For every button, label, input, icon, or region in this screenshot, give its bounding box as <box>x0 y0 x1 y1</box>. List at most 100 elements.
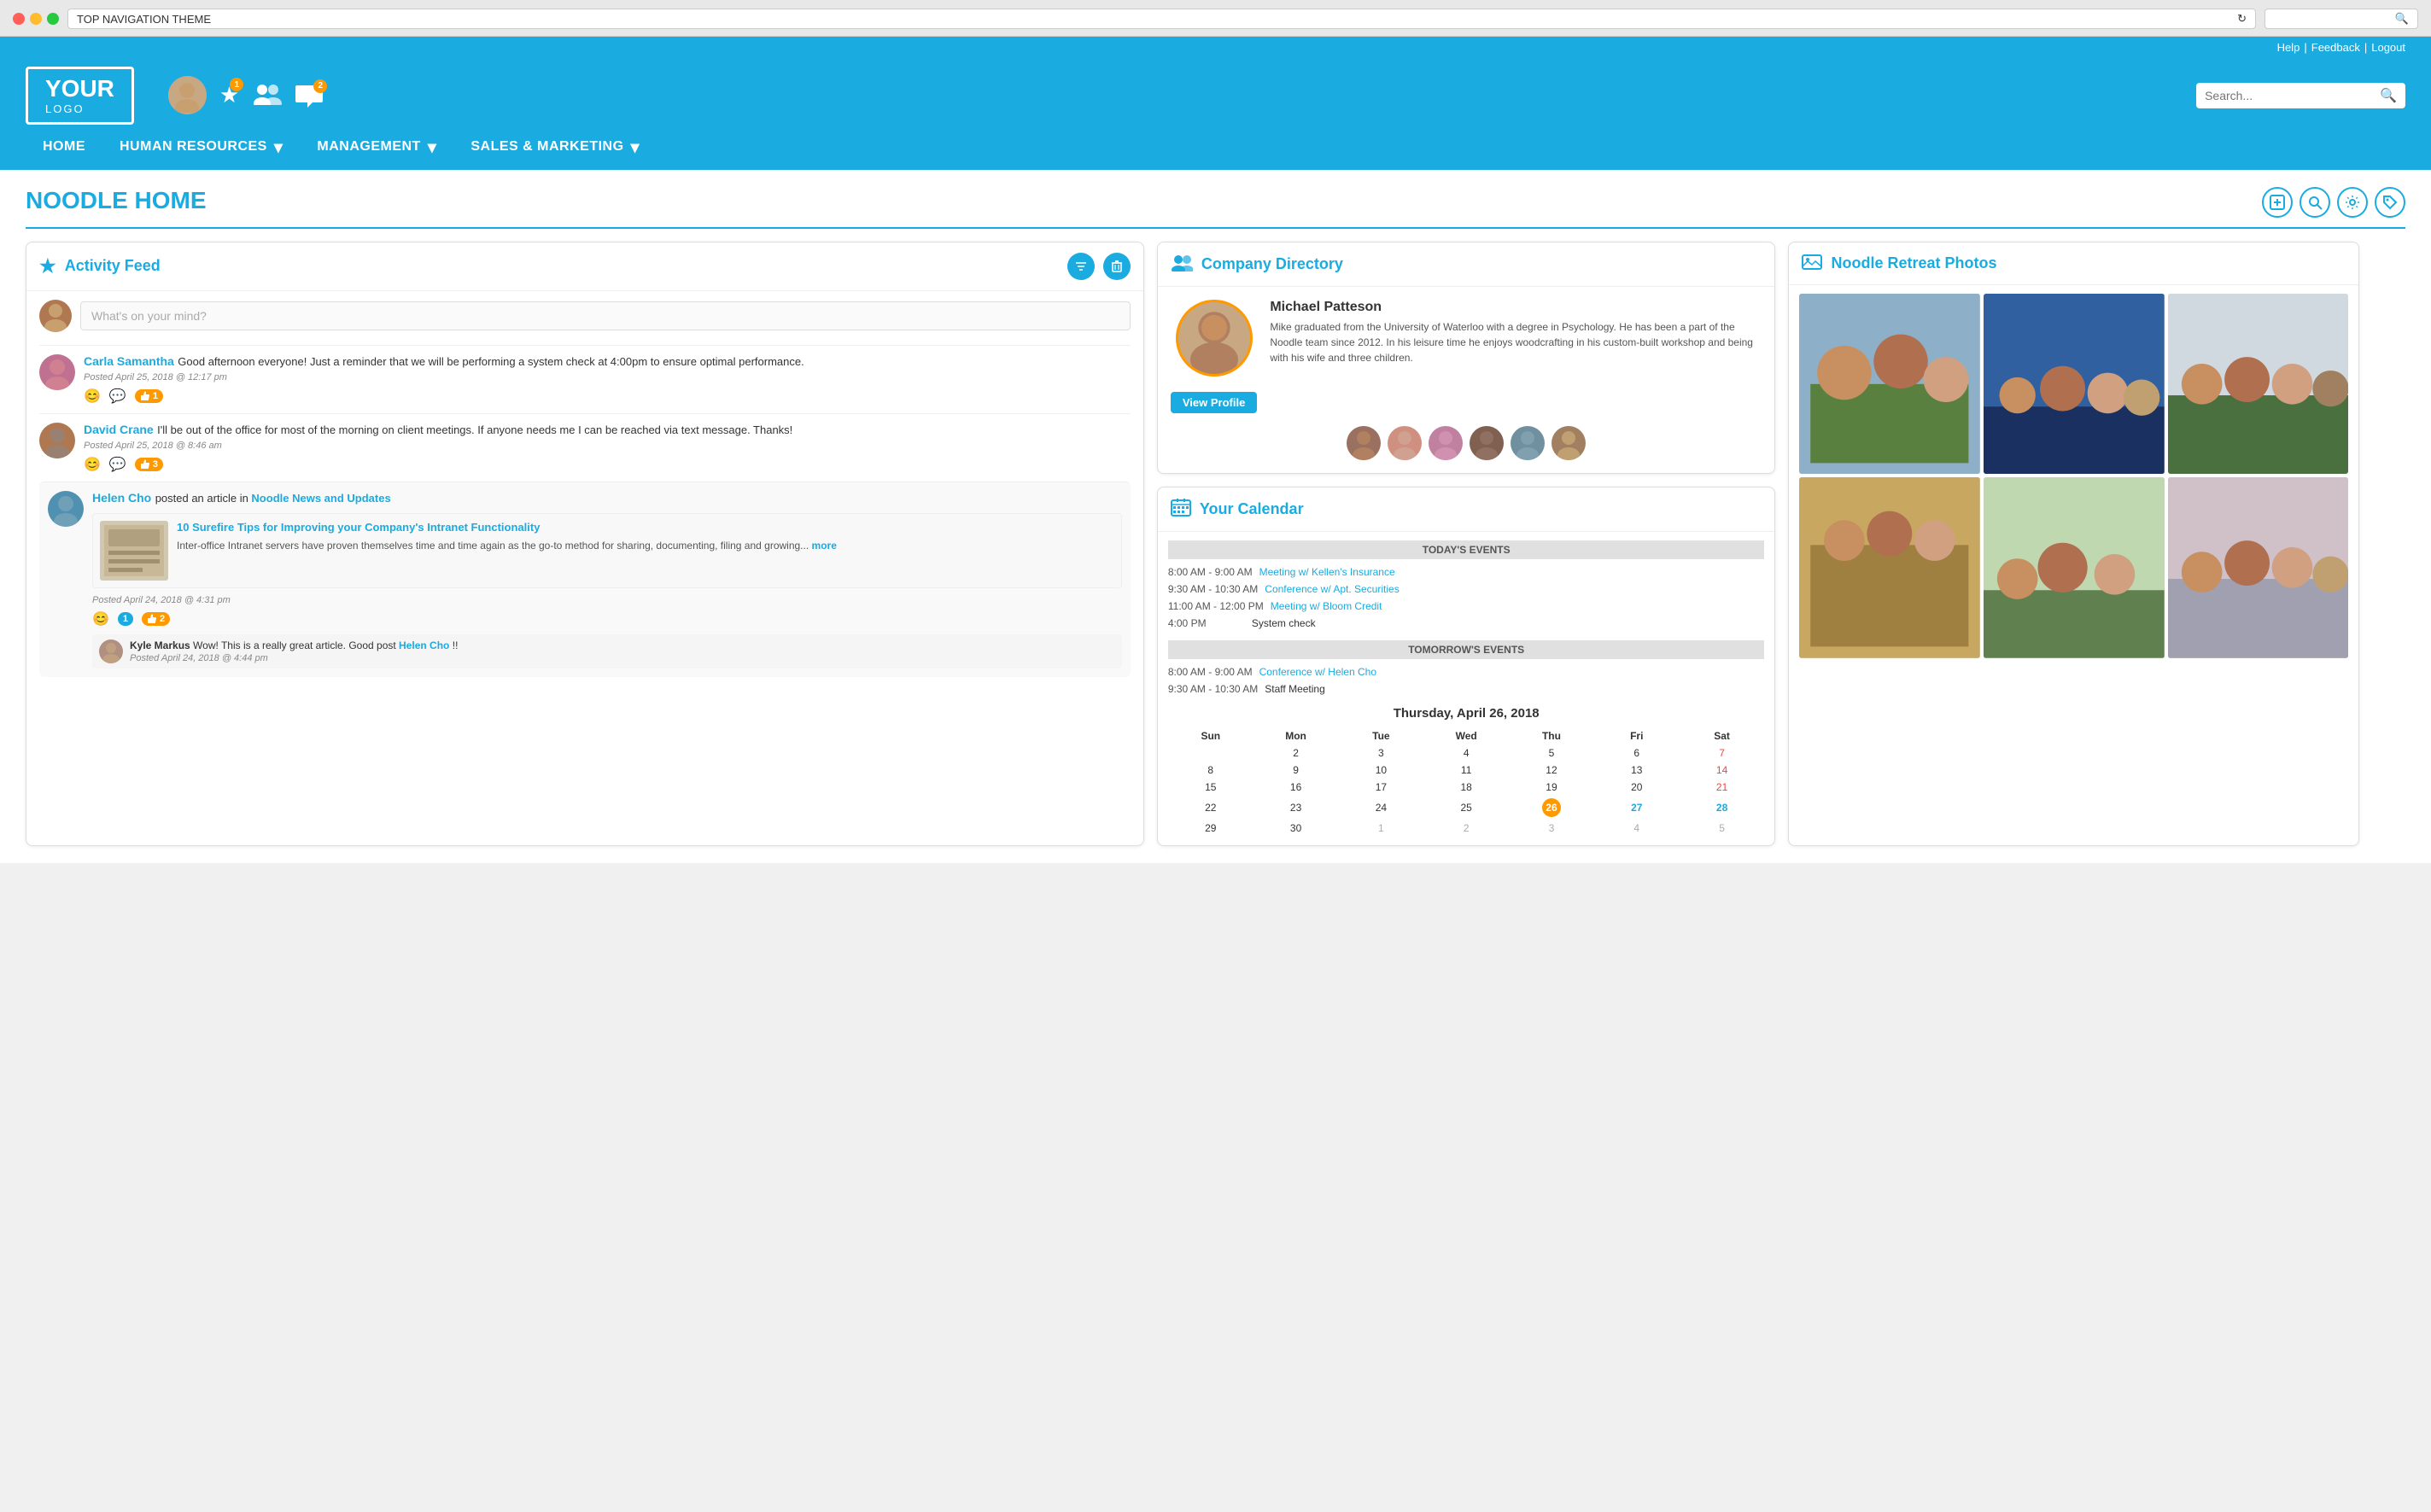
staff-avatar[interactable] <box>1347 426 1381 460</box>
cal-date[interactable]: 13 <box>1594 762 1680 779</box>
reaction-icon[interactable]: 😊 <box>84 388 101 405</box>
cal-date[interactable]: 21 <box>1680 779 1765 796</box>
nav-sales-marketing[interactable]: SALES & MARKETING ▾ <box>453 125 657 170</box>
featured-desc: Mike graduated from the University of Wa… <box>1270 319 1762 365</box>
article-more-link[interactable]: more <box>812 540 837 552</box>
cal-date[interactable]: 11 <box>1423 762 1509 779</box>
event-row: 11:00 AM - 12:00 PM Meeting w/ Bloom Cre… <box>1168 598 1765 615</box>
staff-avatar[interactable] <box>1470 426 1504 460</box>
cal-date[interactable]: 4 <box>1423 744 1509 762</box>
reaction-icon[interactable]: 😊 <box>84 456 101 473</box>
photo-thumbnail[interactable] <box>1984 294 2165 475</box>
cal-date[interactable]: 22 <box>1168 796 1253 820</box>
comment-mention[interactable]: Helen Cho <box>399 639 449 651</box>
photo-thumbnail[interactable] <box>1799 294 1980 475</box>
cal-date[interactable]: 27 <box>1594 796 1680 820</box>
cal-date[interactable]: 6 <box>1594 744 1680 762</box>
cal-date[interactable]: 14 <box>1680 762 1765 779</box>
cal-date[interactable]: 25 <box>1423 796 1509 820</box>
nav-management[interactable]: MANAGEMENT ▾ <box>300 125 453 170</box>
cal-date[interactable]: 1 <box>1338 820 1423 837</box>
close-button[interactable] <box>13 13 25 25</box>
delete-icon[interactable] <box>1103 253 1131 280</box>
cal-date[interactable]: 2 <box>1423 820 1509 837</box>
cal-date[interactable]: 3 <box>1509 820 1594 837</box>
post-author[interactable]: Carla Samantha <box>84 354 174 368</box>
cal-date[interactable]: 2 <box>1253 744 1339 762</box>
post-author[interactable]: Helen Cho <box>92 491 151 505</box>
photo-thumbnail[interactable] <box>1799 477 1980 658</box>
cal-date[interactable]: 23 <box>1253 796 1339 820</box>
event-link[interactable]: Conference w/ Apt. Securities <box>1265 583 1399 595</box>
staff-avatar[interactable] <box>1511 426 1545 460</box>
cal-date[interactable]: 7 <box>1680 744 1765 762</box>
cal-date[interactable]: 4 <box>1594 820 1680 837</box>
staff-avatar[interactable] <box>1552 426 1586 460</box>
people-icon[interactable] <box>252 81 283 109</box>
post-author[interactable]: David Crane <box>84 423 154 436</box>
header-search[interactable]: 🔍 <box>2196 83 2405 108</box>
add-content-icon[interactable] <box>2262 187 2293 218</box>
like-count[interactable]: 3 <box>135 458 163 471</box>
comment-icon[interactable]: 💬 <box>109 388 126 405</box>
user-avatar[interactable] <box>168 76 207 114</box>
logout-link[interactable]: Logout <box>2371 41 2405 54</box>
nav-home[interactable]: HOME <box>26 125 102 170</box>
middle-column: Company Directory <box>1157 242 1776 846</box>
cal-date[interactable]: 5 <box>1680 820 1765 837</box>
staff-avatar[interactable] <box>1388 426 1422 460</box>
like-count[interactable]: 2 <box>142 612 170 626</box>
nav-human-resources[interactable]: HUMAN RESOURCES ▾ <box>102 125 300 170</box>
cal-date[interactable]: 9 <box>1253 762 1339 779</box>
search-page-icon[interactable] <box>2300 187 2330 218</box>
cal-date[interactable]: 10 <box>1338 762 1423 779</box>
cal-date[interactable]: 30 <box>1253 820 1339 837</box>
minimize-button[interactable] <box>30 13 42 25</box>
like-count[interactable]: 1 <box>135 389 163 403</box>
cal-date[interactable]: 3 <box>1338 744 1423 762</box>
refresh-icon[interactable]: ↻ <box>2237 12 2247 26</box>
event-link[interactable]: Meeting w/ Kellen's Insurance <box>1259 566 1395 578</box>
event-link[interactable]: Conference w/ Helen Cho <box>1259 666 1376 678</box>
staff-avatar[interactable] <box>1429 426 1463 460</box>
cal-date[interactable]: 12 <box>1509 762 1594 779</box>
event-link[interactable]: Meeting w/ Bloom Credit <box>1271 600 1382 612</box>
maximize-button[interactable] <box>47 13 59 25</box>
cal-date[interactable]: 26 <box>1509 796 1594 820</box>
photo-thumbnail[interactable] <box>1984 477 2165 658</box>
channel-link[interactable]: Noodle News and Updates <box>251 492 390 505</box>
settings-icon[interactable] <box>2337 187 2368 218</box>
article-title[interactable]: 10 Surefire Tips for Improving your Comp… <box>177 521 1114 535</box>
search-input[interactable] <box>2205 89 2375 102</box>
logo[interactable]: YOUR LOGO <box>26 67 134 125</box>
filter-icon[interactable] <box>1067 253 1095 280</box>
cal-date[interactable]: 29 <box>1168 820 1253 837</box>
chat-icon-badge[interactable]: 2 <box>295 84 323 108</box>
cal-date[interactable]: 8 <box>1168 762 1253 779</box>
favorites-icon-badge[interactable]: ★ 1 <box>219 82 239 108</box>
tag-icon[interactable] <box>2375 187 2405 218</box>
photo-thumbnail[interactable] <box>2168 294 2349 475</box>
search-icon: 🔍 <box>2395 12 2409 26</box>
browser-search[interactable]: 🔍 <box>2264 9 2418 29</box>
cal-date[interactable]: 15 <box>1168 779 1253 796</box>
featured-name: Michael Patteson <box>1270 300 1762 315</box>
address-bar[interactable]: TOP NAVIGATION THEME ↻ <box>67 9 2256 29</box>
cal-date[interactable]: 18 <box>1423 779 1509 796</box>
photo-thumbnail[interactable] <box>2168 477 2349 658</box>
compose-input[interactable]: What's on your mind? <box>80 301 1131 330</box>
reaction-icon[interactable]: 😊 <box>92 610 109 628</box>
cal-date[interactable]: 5 <box>1509 744 1594 762</box>
cal-date[interactable]: 16 <box>1253 779 1339 796</box>
feedback-link[interactable]: Feedback <box>2311 41 2360 54</box>
help-link[interactable]: Help <box>2277 41 2300 54</box>
cal-date[interactable]: 17 <box>1338 779 1423 796</box>
comment-icon[interactable]: 💬 <box>109 456 126 473</box>
comment-count[interactable]: 1 <box>118 612 133 626</box>
cal-date[interactable]: 28 <box>1680 796 1765 820</box>
view-profile-button[interactable]: View Profile <box>1171 392 1257 413</box>
cal-date[interactable]: 20 <box>1594 779 1680 796</box>
cal-date[interactable]: 24 <box>1338 796 1423 820</box>
cal-date[interactable]: 19 <box>1509 779 1594 796</box>
search-submit-icon[interactable]: 🔍 <box>2380 87 2397 104</box>
